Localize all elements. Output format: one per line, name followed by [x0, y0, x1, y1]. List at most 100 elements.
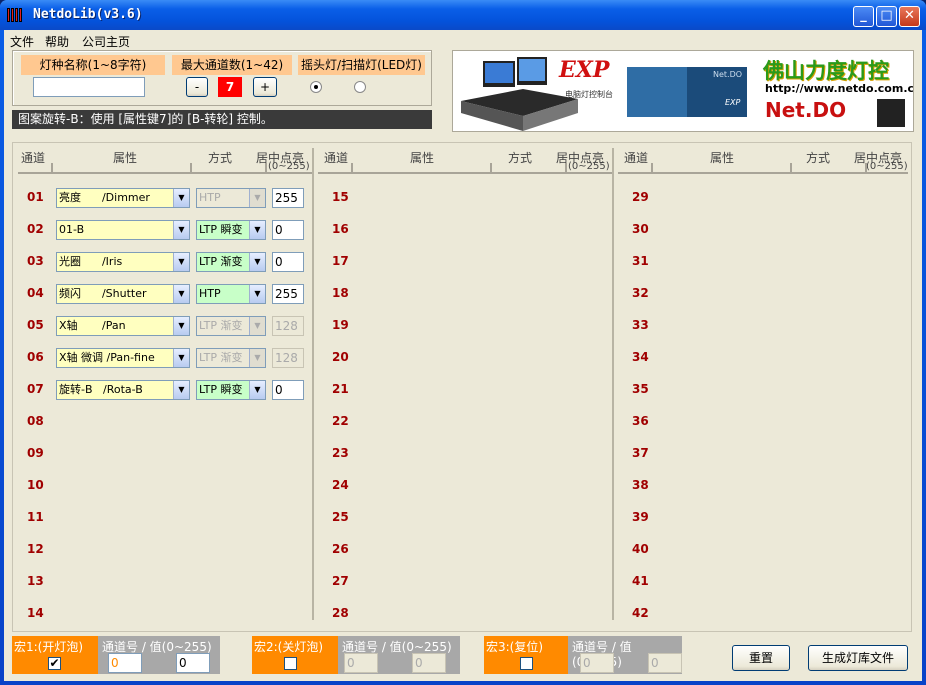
channel-number: 10	[27, 478, 44, 492]
decrease-channels-button[interactable]: -	[186, 77, 208, 97]
channel-number: 42	[632, 606, 649, 620]
center-value-input[interactable]: 0	[272, 220, 304, 240]
mode-value: LTP 瞬变	[199, 223, 243, 236]
center-value-input[interactable]: 255	[272, 188, 304, 208]
company-url: http://www.netdo.com.cn	[765, 82, 914, 95]
channel-number: 40	[632, 542, 649, 556]
center-value-input[interactable]: 128	[272, 348, 304, 368]
banner-ad[interactable]: Net.DO EXP EXP 电脑灯控制台 佛山力度灯控 http://www.…	[452, 50, 914, 132]
channel-column-2: 通道 属性 方式 居中点亮 (0~255) 15 16 17 18 19 20 21 22 23…	[318, 148, 614, 620]
channel-number: 18	[332, 286, 349, 300]
chevron-down-icon[interactable]: ▼	[249, 317, 265, 335]
macro-2-channel-input[interactable]: 0	[344, 653, 378, 673]
chevron-down-icon[interactable]: ▼	[249, 285, 265, 303]
moving-head-radio[interactable]	[310, 81, 322, 93]
minimize-button[interactable]: _	[853, 6, 874, 27]
macro-3-channel-input[interactable]: 0	[580, 653, 614, 673]
window-title: NetdoLib(v3.6)	[33, 7, 143, 22]
mode-select[interactable]: LTP 渐变 ▼	[196, 348, 266, 368]
macro-2-checkbox[interactable]	[284, 657, 297, 670]
fixture-name-input[interactable]	[33, 77, 145, 97]
attribute-value: 旋转-B /Rota-B	[59, 383, 143, 396]
column-header: 通道 属性 方式 居中点亮 (0~255)	[618, 148, 908, 176]
mode-select[interactable]: LTP 瞬变 ▼	[196, 220, 266, 240]
fixture-name-label: 灯种名称(1~8字符)	[21, 55, 165, 75]
macro-3-checkbox[interactable]	[520, 657, 533, 670]
channel-number: 31	[632, 254, 649, 268]
menu-file[interactable]: 文件	[10, 33, 34, 50]
chevron-down-icon[interactable]: ▼	[173, 189, 189, 207]
attribute-select[interactable]: 01-B ▼	[56, 220, 190, 240]
client-area: 文件 帮助 公司主页 灯种名称(1~8字符) 最大通道数(1~42) - 7 +…	[4, 30, 922, 681]
channel-column-3: 通道 属性 方式 居中点亮 (0~255) 29 30 31 32 33 34 35 36 37…	[618, 148, 908, 620]
center-value-input[interactable]: 128	[272, 316, 304, 336]
column-header: 通道 属性 方式 居中点亮 (0~255)	[318, 148, 612, 176]
fixture-type-label: 摇头灯/扫描灯(LED灯)	[298, 55, 425, 75]
maximize-button[interactable]: □	[876, 6, 897, 27]
attribute-select[interactable]: X轴 /Pan ▼	[56, 316, 190, 336]
chevron-down-icon[interactable]: ▼	[173, 253, 189, 271]
generate-file-button[interactable]: 生成灯库文件	[808, 645, 908, 671]
channel-number: 22	[332, 414, 349, 428]
attribute-select[interactable]: 旋转-B /Rota-B ▼	[56, 380, 190, 400]
channel-number: 02	[27, 222, 44, 236]
channel-number: 25	[332, 510, 349, 524]
increase-channels-button[interactable]: +	[253, 77, 277, 97]
svg-text:EXP: EXP	[725, 98, 741, 107]
macro-1-checkbox[interactable]: ✔	[48, 657, 61, 670]
attribute-select[interactable]: 亮度 /Dimmer ▼	[56, 188, 190, 208]
mode-value: LTP 渐变	[199, 319, 243, 332]
app-icon	[7, 8, 25, 22]
chevron-down-icon[interactable]: ▼	[249, 381, 265, 399]
mode-select[interactable]: LTP 渐变 ▼	[196, 252, 266, 272]
channel-number: 37	[632, 446, 649, 460]
macro-1-value-input[interactable]: 0	[176, 653, 210, 673]
close-button[interactable]: ✕	[899, 6, 920, 27]
chevron-down-icon[interactable]: ▼	[249, 189, 265, 207]
brand-logo: Net.DO	[765, 98, 847, 122]
channel-number: 06	[27, 350, 44, 364]
macro-2-value-input[interactable]: 0	[412, 653, 446, 673]
channel-number: 36	[632, 414, 649, 428]
chevron-down-icon[interactable]: ▼	[173, 221, 189, 239]
chevron-down-icon[interactable]: ▼	[173, 317, 189, 335]
macro-sub-label: 通道号 / 值(0~255)	[342, 640, 452, 654]
chevron-down-icon[interactable]: ▼	[249, 221, 265, 239]
channel-number: 39	[632, 510, 649, 524]
mode-value: HTP	[199, 287, 221, 300]
macro-3-value-input[interactable]: 0	[648, 653, 682, 673]
scanner-radio[interactable]	[354, 81, 366, 93]
chevron-down-icon[interactable]: ▼	[249, 253, 265, 271]
attribute-select[interactable]: 光圈 /Iris ▼	[56, 252, 190, 272]
channel-number: 19	[332, 318, 349, 332]
chevron-down-icon[interactable]: ▼	[173, 349, 189, 367]
attribute-select[interactable]: X轴 微调 /Pan-fine ▼	[56, 348, 190, 368]
mode-value: HTP	[199, 191, 221, 204]
channel-number: 34	[632, 350, 649, 364]
chevron-down-icon[interactable]: ▼	[173, 381, 189, 399]
menu-help[interactable]: 帮助	[45, 33, 69, 50]
app-window: NetdoLib(v3.6) _ □ ✕ 文件 帮助 公司主页 灯种名称(1~8…	[0, 0, 926, 685]
channel-number: 21	[332, 382, 349, 396]
column-header: 通道 属性 方式 居中点亮 (0~255)	[18, 148, 312, 176]
mode-select[interactable]: LTP 渐变 ▼	[196, 316, 266, 336]
center-value-input[interactable]: 0	[272, 380, 304, 400]
mode-select[interactable]: HTP ▼	[196, 188, 266, 208]
channel-number: 41	[632, 574, 649, 588]
channel-number: 14	[27, 606, 44, 620]
center-value-input[interactable]: 255	[272, 284, 304, 304]
attribute-select[interactable]: 频闪 /Shutter ▼	[56, 284, 190, 304]
reset-button[interactable]: 重置	[732, 645, 790, 671]
macro-1-channel-input[interactable]: 0	[108, 653, 142, 673]
chevron-down-icon[interactable]: ▼	[173, 285, 189, 303]
channel-number: 03	[27, 254, 44, 268]
title-bar: NetdoLib(v3.6) _ □ ✕	[0, 0, 926, 30]
center-value-input[interactable]: 0	[272, 252, 304, 272]
attribute-value: 01-B	[59, 223, 85, 236]
menu-homepage[interactable]: 公司主页	[82, 33, 130, 50]
mode-select[interactable]: LTP 瞬变 ▼	[196, 380, 266, 400]
chevron-down-icon[interactable]: ▼	[249, 349, 265, 367]
channel-number: 13	[27, 574, 44, 588]
mode-select[interactable]: HTP ▼	[196, 284, 266, 304]
channel-number: 17	[332, 254, 349, 268]
